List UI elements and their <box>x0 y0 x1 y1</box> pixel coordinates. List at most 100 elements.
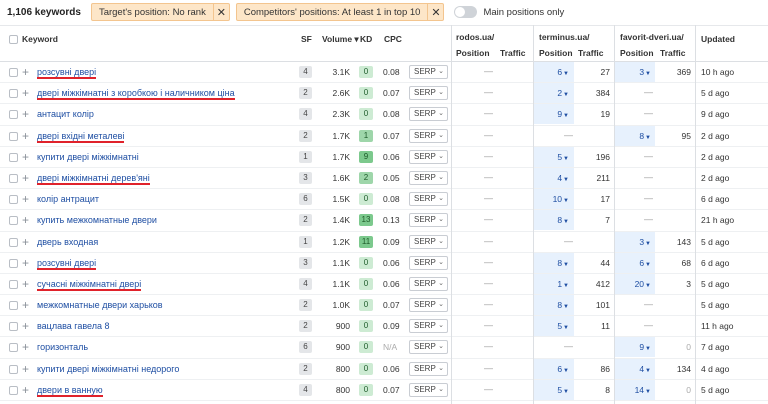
row-checkbox[interactable] <box>9 152 18 162</box>
col-rodos-position[interactable]: Position <box>456 48 490 58</box>
serp-features-count[interactable]: 1 <box>299 150 312 163</box>
serp-button[interactable]: SERP ⌄ <box>409 382 448 397</box>
add-to-list-icon[interactable]: + <box>22 129 29 143</box>
row-checkbox[interactable] <box>9 68 18 77</box>
favorit-position[interactable]: 14▼ <box>635 385 651 395</box>
add-to-list-icon[interactable]: + <box>22 65 29 79</box>
favorit-position[interactable]: 4▼ <box>639 364 651 374</box>
serp-button[interactable]: SERP ⌄ <box>409 128 448 143</box>
serp-features-count[interactable]: 2 <box>299 320 312 333</box>
add-to-list-icon[interactable]: + <box>22 192 29 206</box>
table-row[interactable]: + двери в ванную 4 800 0 0.07 SERP ⌄ — 5▼ 8 14▼ 0 5 d… <box>0 379 768 401</box>
table-row[interactable]: + купити двері міжкімнатні недорого 2 800 0 0… <box>0 358 768 380</box>
favorit-position[interactable]: 3▼ <box>639 67 651 77</box>
serp-button[interactable]: SERP ⌄ <box>409 276 448 291</box>
terminus-position[interactable]: 8▼ <box>557 215 569 225</box>
row-checkbox[interactable] <box>9 364 18 374</box>
row-checkbox[interactable] <box>9 110 18 120</box>
terminus-position[interactable]: 5▼ <box>557 385 569 395</box>
favorit-position[interactable]: 6▼ <box>639 258 651 268</box>
serp-features-count[interactable]: 3 <box>299 256 312 269</box>
row-checkbox[interactable] <box>9 237 18 247</box>
keyword-link[interactable]: купить межкомнатные двери <box>37 215 157 225</box>
terminus-position[interactable]: 6▼ <box>557 67 569 77</box>
main-positions-toggle[interactable] <box>454 6 478 18</box>
col-site-favorit[interactable]: favorit-dveri.ua/ <box>620 32 684 42</box>
keyword-link[interactable]: розсувні двері <box>37 67 97 79</box>
add-to-list-icon[interactable]: + <box>22 86 29 100</box>
serp-features-count[interactable]: 4 <box>299 66 312 78</box>
table-row[interactable]: + купить межкомнатные двери 2 1.4K 13 0.13 SER… <box>0 210 768 232</box>
serp-button[interactable]: SERP ⌄ <box>409 170 448 185</box>
add-to-list-icon[interactable]: + <box>22 319 29 333</box>
table-row[interactable]: + купити двері міжкімнатні 1 1.7K 9 0.06 SERP ⌄… <box>0 146 768 168</box>
col-kd[interactable]: KD <box>360 34 372 44</box>
terminus-position[interactable]: 4▼ <box>557 173 569 183</box>
keyword-link[interactable]: колір антрацит <box>37 194 99 204</box>
keyword-link[interactable]: горизонталь <box>37 342 88 352</box>
table-row[interactable]: + вацлава гавела 8 2 900 0 0.09 SERP ⌄ — 5▼ 11 — 11 … <box>0 316 768 338</box>
table-row[interactable]: + антацит колір 4 2.3K 0 0.08 SERP ⌄ — 9▼ 19 — 9 d a… <box>0 104 768 126</box>
filter-competitors-positions[interactable]: Competitors' positions: At least 1 in to… <box>235 3 445 21</box>
table-row[interactable]: + розсувні двері 4 3.1K 0 0.08 SERP ⌄ — 6▼ 27 3▼ 369… <box>0 62 768 84</box>
close-icon[interactable]: ✕ <box>427 4 443 20</box>
col-volume[interactable]: Volume ▾ <box>322 34 359 45</box>
serp-features-count[interactable]: 4 <box>299 277 312 290</box>
terminus-position[interactable]: 8▼ <box>557 258 569 268</box>
serp-features-count[interactable]: 6 <box>299 193 312 206</box>
serp-button[interactable]: SERP ⌄ <box>409 65 448 79</box>
add-to-list-icon[interactable]: + <box>22 235 29 249</box>
terminus-position[interactable]: 1▼ <box>557 279 569 289</box>
table-row[interactable]: + дверь входная 1 1.2K 11 0.09 SERP ⌄ — — 3▼ 143 5 d… <box>0 231 768 253</box>
terminus-position[interactable]: 8▼ <box>557 300 569 310</box>
add-to-list-icon[interactable]: + <box>22 107 29 121</box>
keyword-link[interactable]: розсувні двері <box>37 258 97 270</box>
col-site-rodos[interactable]: rodos.ua/ <box>456 32 494 42</box>
serp-button[interactable]: SERP ⌄ <box>409 234 448 249</box>
row-checkbox[interactable] <box>9 195 18 205</box>
col-updated[interactable]: Updated <box>701 34 735 44</box>
terminus-position[interactable]: 5▼ <box>557 152 569 162</box>
row-checkbox[interactable] <box>9 89 18 99</box>
add-to-list-icon[interactable]: + <box>22 150 29 164</box>
col-cpc[interactable]: CPC <box>384 34 402 44</box>
add-to-list-icon[interactable]: + <box>22 213 29 227</box>
table-row[interactable]: + двері міжкімнатні з коробкою і наличник… <box>0 83 768 105</box>
serp-features-count[interactable]: 1 <box>299 235 312 248</box>
row-checkbox[interactable] <box>9 173 18 183</box>
keyword-link[interactable]: дверь входная <box>37 237 98 247</box>
serp-button[interactable]: SERP ⌄ <box>409 255 448 270</box>
row-checkbox[interactable] <box>9 131 18 141</box>
table-row[interactable]: + розсувні двері 3 1.1K 0 0.06 SERP ⌄ — 8▼ 44 6▼ 68 6… <box>0 252 768 274</box>
terminus-position[interactable]: 2▼ <box>557 88 569 98</box>
add-to-list-icon[interactable]: + <box>22 298 29 312</box>
add-to-list-icon[interactable]: + <box>22 362 29 376</box>
serp-button[interactable]: SERP ⌄ <box>409 298 448 313</box>
keyword-link[interactable]: межкомнатные двери харьков <box>37 300 163 310</box>
serp-button[interactable]: SERP ⌄ <box>409 319 448 334</box>
keyword-link[interactable]: двері вхідні металеві <box>37 131 125 143</box>
keyword-link[interactable]: антацит колір <box>37 109 94 119</box>
serp-features-count[interactable]: 2 <box>299 362 312 375</box>
keyword-link[interactable]: купити двері міжкімнатні <box>37 152 139 162</box>
close-icon[interactable]: ✕ <box>212 4 229 20</box>
serp-features-count[interactable]: 3 <box>299 171 312 184</box>
terminus-position[interactable]: 5▼ <box>557 321 569 331</box>
serp-button[interactable]: SERP ⌄ <box>409 192 448 207</box>
keyword-link[interactable]: двері міжкімнатні дерев'яні <box>37 173 150 185</box>
row-checkbox[interactable] <box>9 279 18 289</box>
select-all-checkbox[interactable] <box>9 35 18 44</box>
terminus-position[interactable]: 9▼ <box>557 109 569 119</box>
table-row[interactable]: + горизонталь 6 900 0 N/A SERP ⌄ — — 9▼ 0 7 d ago <box>0 337 768 359</box>
filter-target-position[interactable]: Target's position: No rank ✕ <box>90 3 230 21</box>
add-to-list-icon[interactable]: + <box>22 340 29 354</box>
table-row[interactable]: + двері вхідні металеві 2 1.7K 1 0.07 SERP ⌄ — — 8… <box>0 125 768 147</box>
serp-features-count[interactable]: 4 <box>299 383 312 396</box>
keyword-link[interactable]: вацлава гавела 8 <box>37 321 110 331</box>
keyword-link[interactable]: сучасні міжкімнатні двері <box>37 279 142 291</box>
serp-features-count[interactable]: 2 <box>299 299 312 312</box>
col-terminus-traffic[interactable]: Traffic <box>578 48 604 58</box>
serp-features-count[interactable]: 4 <box>299 108 312 121</box>
col-favorit-position[interactable]: Position <box>620 48 654 58</box>
serp-button[interactable]: SERP ⌄ <box>409 213 448 228</box>
